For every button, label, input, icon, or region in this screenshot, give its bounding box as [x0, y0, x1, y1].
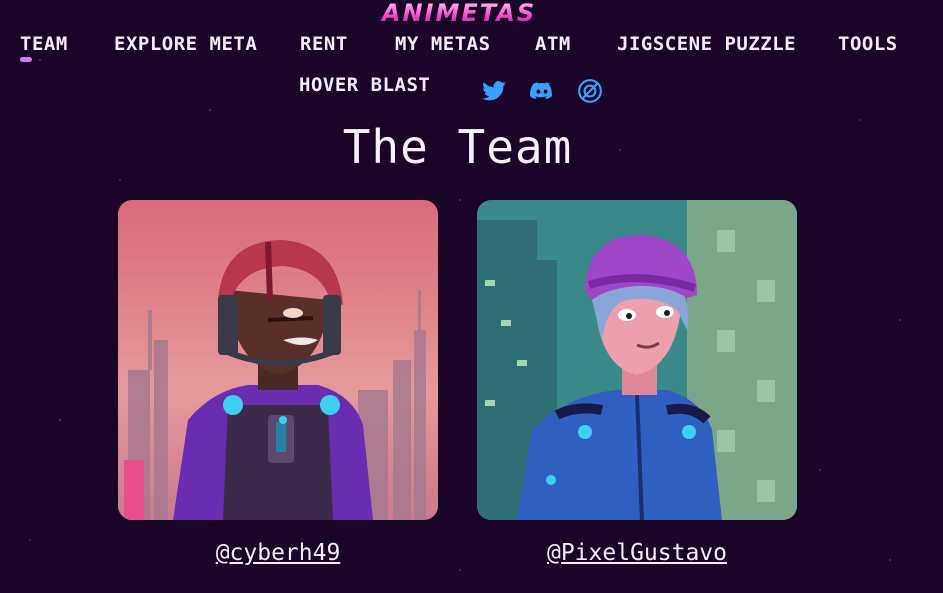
- page-title: The Team: [342, 120, 573, 174]
- twitter-icon[interactable]: [481, 78, 507, 104]
- nav-tools[interactable]: TOOLS: [838, 33, 898, 55]
- discord-icon[interactable]: [529, 78, 555, 104]
- animetas-logo[interactable]: ANIMETAS: [374, 0, 544, 26]
- nav-atm[interactable]: ATM: [535, 33, 571, 55]
- active-nav-indicator: [20, 57, 32, 62]
- nav-rent[interactable]: RENT: [300, 33, 348, 55]
- team-member-avatar-pixelgustavo: [477, 200, 797, 520]
- nav-hover-blast[interactable]: HOVER BLAST: [299, 74, 430, 96]
- nav-explore-meta[interactable]: EXPLORE META: [114, 33, 257, 55]
- opensea-icon[interactable]: [577, 78, 603, 104]
- team-member-handle-pixelgustavo[interactable]: @PixelGustavo: [477, 540, 797, 566]
- nav-team[interactable]: TEAM: [20, 33, 68, 55]
- nav-jigscene-puzzle[interactable]: JIGSCENE PUZZLE: [617, 33, 796, 55]
- team-member-handle-cyberh49[interactable]: @cyberh49: [118, 540, 438, 566]
- nav-my-metas[interactable]: MY METAS: [395, 33, 491, 55]
- team-member-avatar-cyberh49: [118, 200, 438, 520]
